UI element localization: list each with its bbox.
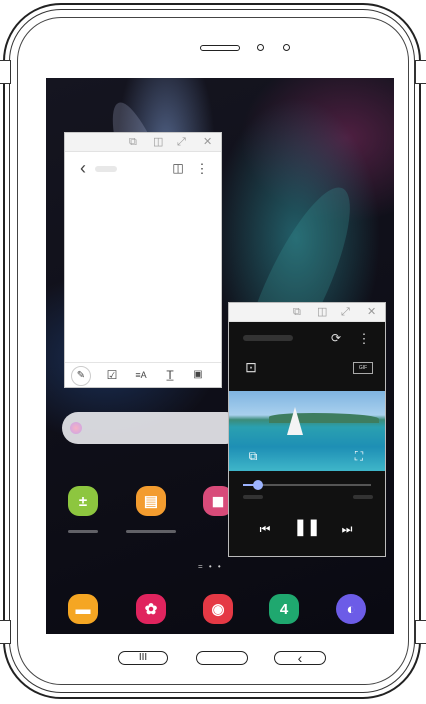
notes-window[interactable]: ⧉ ◫ ⤢ ✕ ‹ ◫ ⋮ ✎ ☑ ≡A T̲ ▣ bbox=[64, 132, 222, 388]
home-button[interactable] bbox=[196, 651, 248, 665]
back-button[interactable]: ‹ bbox=[274, 651, 326, 665]
window-maximize-icon[interactable]: ⤢ bbox=[177, 135, 186, 149]
back-icon[interactable]: ‹ bbox=[77, 159, 89, 177]
window-close-icon[interactable]: ✕ bbox=[367, 305, 376, 319]
internet-icon[interactable]: ◐ bbox=[336, 594, 366, 624]
calendar-glyph: 4 bbox=[279, 600, 289, 618]
checkbox-icon[interactable]: ☑ bbox=[105, 368, 119, 382]
app-label bbox=[126, 530, 176, 533]
video-window-titlebar[interactable]: ⧉ ◫ ⤢ ✕ bbox=[229, 303, 385, 322]
text-format-icon[interactable]: T̲ bbox=[163, 368, 177, 382]
more-options-icon[interactable]: ⋮ bbox=[196, 161, 209, 175]
gif-button[interactable]: GIF bbox=[353, 362, 373, 374]
video-island bbox=[269, 413, 379, 423]
page-indicator[interactable]: = • • bbox=[198, 562, 223, 571]
text-style-icon[interactable]: ≡A bbox=[133, 368, 149, 382]
video-window[interactable]: ⧉ ◫ ⤢ ✕ ⟳ ⋮ ⊡ GIF ⧉ ⛶ ⏮ ❚❚ ⏭ bbox=[228, 302, 386, 557]
more-options-icon[interactable]: ⋮ bbox=[358, 331, 371, 345]
gallery-icon[interactable]: ✿ bbox=[136, 594, 166, 624]
pause-icon[interactable]: ❚❚ bbox=[294, 517, 321, 539]
side-bump bbox=[415, 620, 426, 644]
popup-view-icon[interactable]: ⧉ bbox=[245, 449, 261, 463]
fullscreen-icon[interactable]: ⛶ bbox=[351, 449, 367, 463]
rotate-icon[interactable]: ⟳ bbox=[329, 331, 343, 345]
calculator-icon[interactable]: ± bbox=[68, 486, 98, 516]
search-icon bbox=[70, 422, 82, 434]
notes-app-icon[interactable]: ▤ bbox=[136, 486, 166, 516]
notes-toolbar: ✎ ☑ ≡A T̲ ▣ bbox=[65, 362, 221, 387]
window-maximize-icon[interactable]: ⤢ bbox=[341, 305, 350, 319]
window-split-icon[interactable]: ◫ bbox=[153, 135, 163, 149]
video-sailboat bbox=[287, 407, 303, 435]
window-minimize-icon[interactable]: ⧉ bbox=[129, 135, 137, 149]
reader-mode-icon[interactable]: ◫ bbox=[171, 161, 185, 175]
previous-icon[interactable]: ⏮ bbox=[255, 521, 275, 537]
speaker-grille bbox=[200, 45, 240, 51]
notes-window-titlebar[interactable]: ⧉ ◫ ⤢ ✕ bbox=[65, 133, 221, 152]
note-body[interactable] bbox=[65, 183, 221, 361]
calculator-glyph: ± bbox=[78, 492, 88, 510]
search-bar[interactable] bbox=[62, 412, 242, 444]
side-bump bbox=[0, 60, 11, 84]
calendar-icon[interactable]: 4 bbox=[269, 594, 299, 624]
elapsed-time bbox=[243, 495, 263, 499]
side-bump bbox=[415, 60, 426, 84]
camera-icon[interactable]: ◉ bbox=[203, 594, 233, 624]
next-icon[interactable]: ⏭ bbox=[337, 521, 357, 537]
side-bump bbox=[0, 620, 11, 644]
internet-glyph: ◐ bbox=[346, 600, 356, 618]
total-time bbox=[353, 495, 373, 499]
progress-track[interactable] bbox=[243, 480, 371, 490]
my-files-glyph: ▬ bbox=[75, 600, 91, 618]
recents-icon: III bbox=[138, 652, 148, 663]
store-glyph: ◼ bbox=[211, 493, 225, 510]
gallery-glyph: ✿ bbox=[144, 601, 158, 618]
back-icon: ‹ bbox=[297, 650, 303, 666]
notes-glyph: ▤ bbox=[143, 493, 159, 510]
camera-glyph: ◉ bbox=[211, 601, 225, 618]
attach-icon[interactable]: ▣ bbox=[191, 368, 205, 382]
my-files-icon[interactable]: ▬ bbox=[68, 594, 98, 624]
window-split-icon[interactable]: ◫ bbox=[317, 305, 327, 319]
note-title bbox=[95, 166, 117, 172]
window-minimize-icon[interactable]: ⧉ bbox=[293, 305, 301, 319]
capture-icon[interactable]: ⊡ bbox=[243, 359, 259, 375]
video-frame[interactable]: ⧉ ⛶ bbox=[229, 391, 385, 471]
recents-button[interactable]: III bbox=[118, 651, 168, 665]
video-title bbox=[243, 335, 293, 341]
screen: ⧉ ◫ ⤢ ✕ ‹ ◫ ⋮ ✎ ☑ ≡A T̲ ▣ ± ▤ ◼ = • • ▬ … bbox=[46, 78, 394, 634]
progress-thumb[interactable] bbox=[253, 480, 264, 490]
window-close-icon[interactable]: ✕ bbox=[203, 135, 212, 149]
pen-icon[interactable]: ✎ bbox=[71, 366, 91, 386]
sensor-icon bbox=[283, 44, 290, 51]
app-label bbox=[68, 530, 98, 533]
front-camera-icon bbox=[257, 44, 264, 51]
